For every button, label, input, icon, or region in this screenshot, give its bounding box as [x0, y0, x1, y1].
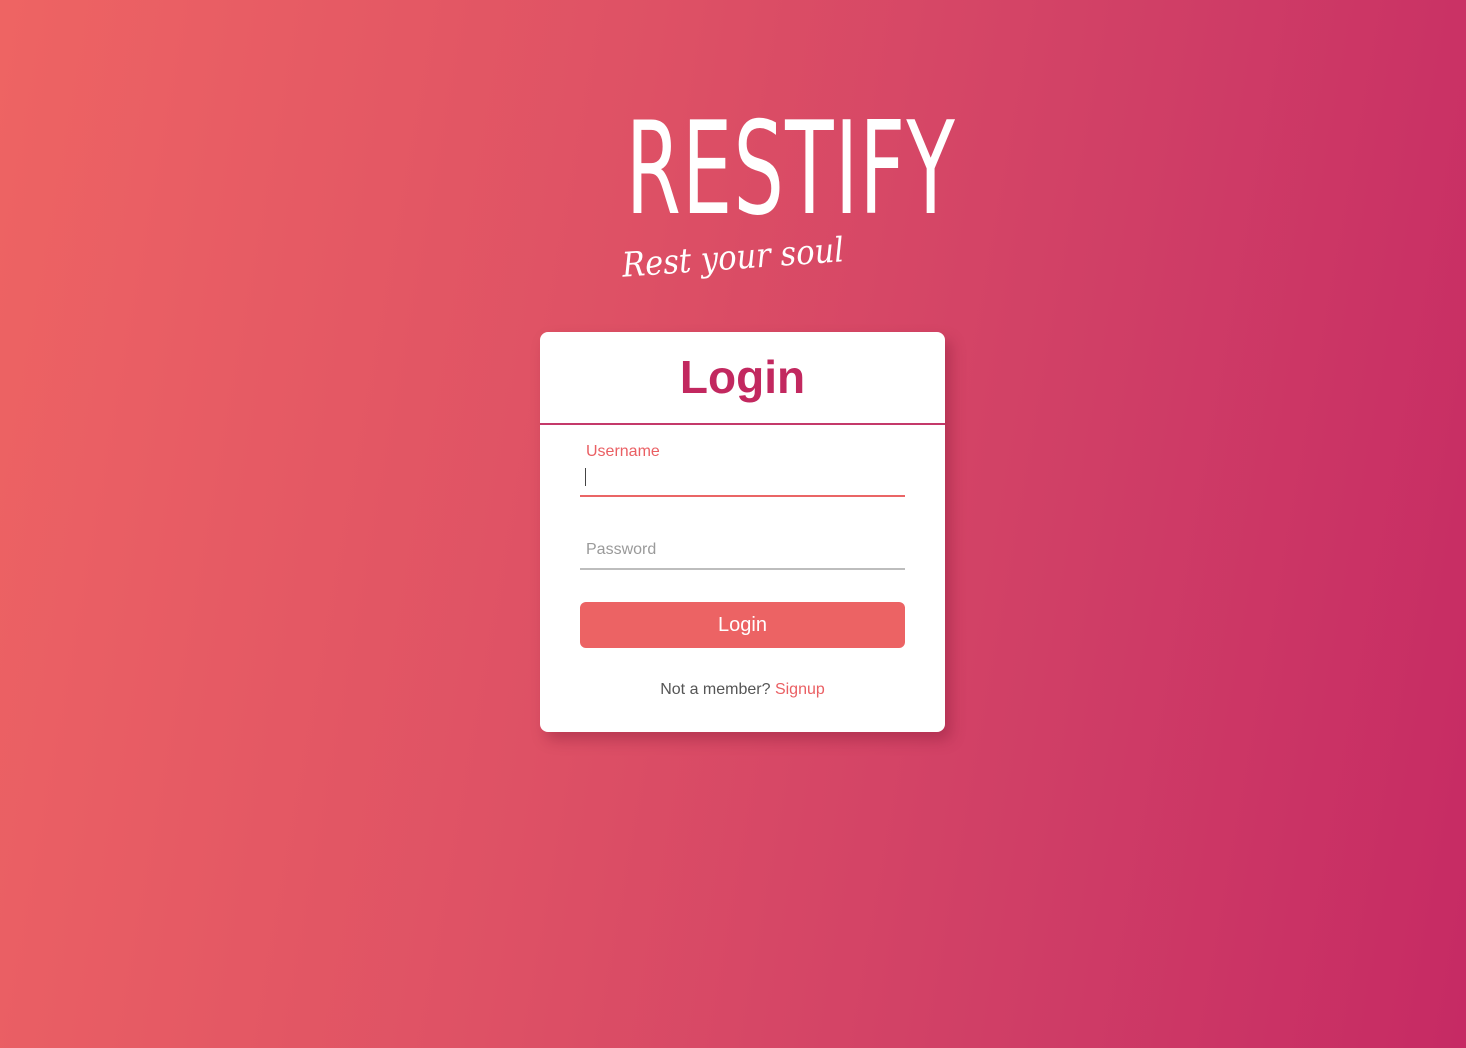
password-input[interactable] [580, 532, 905, 568]
text-cursor [585, 468, 586, 486]
signup-prompt: Not a member? [660, 681, 771, 698]
logo-wordmark: RESTIFY [625, 95, 957, 244]
password-underline [580, 568, 905, 570]
login-button[interactable]: Login [580, 602, 905, 648]
signup-row: Not a member? Signup [540, 680, 945, 700]
username-input[interactable] [580, 464, 905, 496]
username-label: Username [586, 443, 660, 460]
username-underline [580, 495, 905, 497]
password-field[interactable]: Password [580, 532, 905, 572]
login-card: Login Username Password Login Not a memb… [540, 332, 945, 732]
username-field[interactable]: Username [580, 440, 905, 498]
login-title: Login [679, 351, 806, 403]
title-divider [540, 423, 945, 425]
signup-link[interactable]: Signup [775, 681, 825, 698]
restify-logo: RESTIFY Rest your soul [560, 95, 957, 310]
